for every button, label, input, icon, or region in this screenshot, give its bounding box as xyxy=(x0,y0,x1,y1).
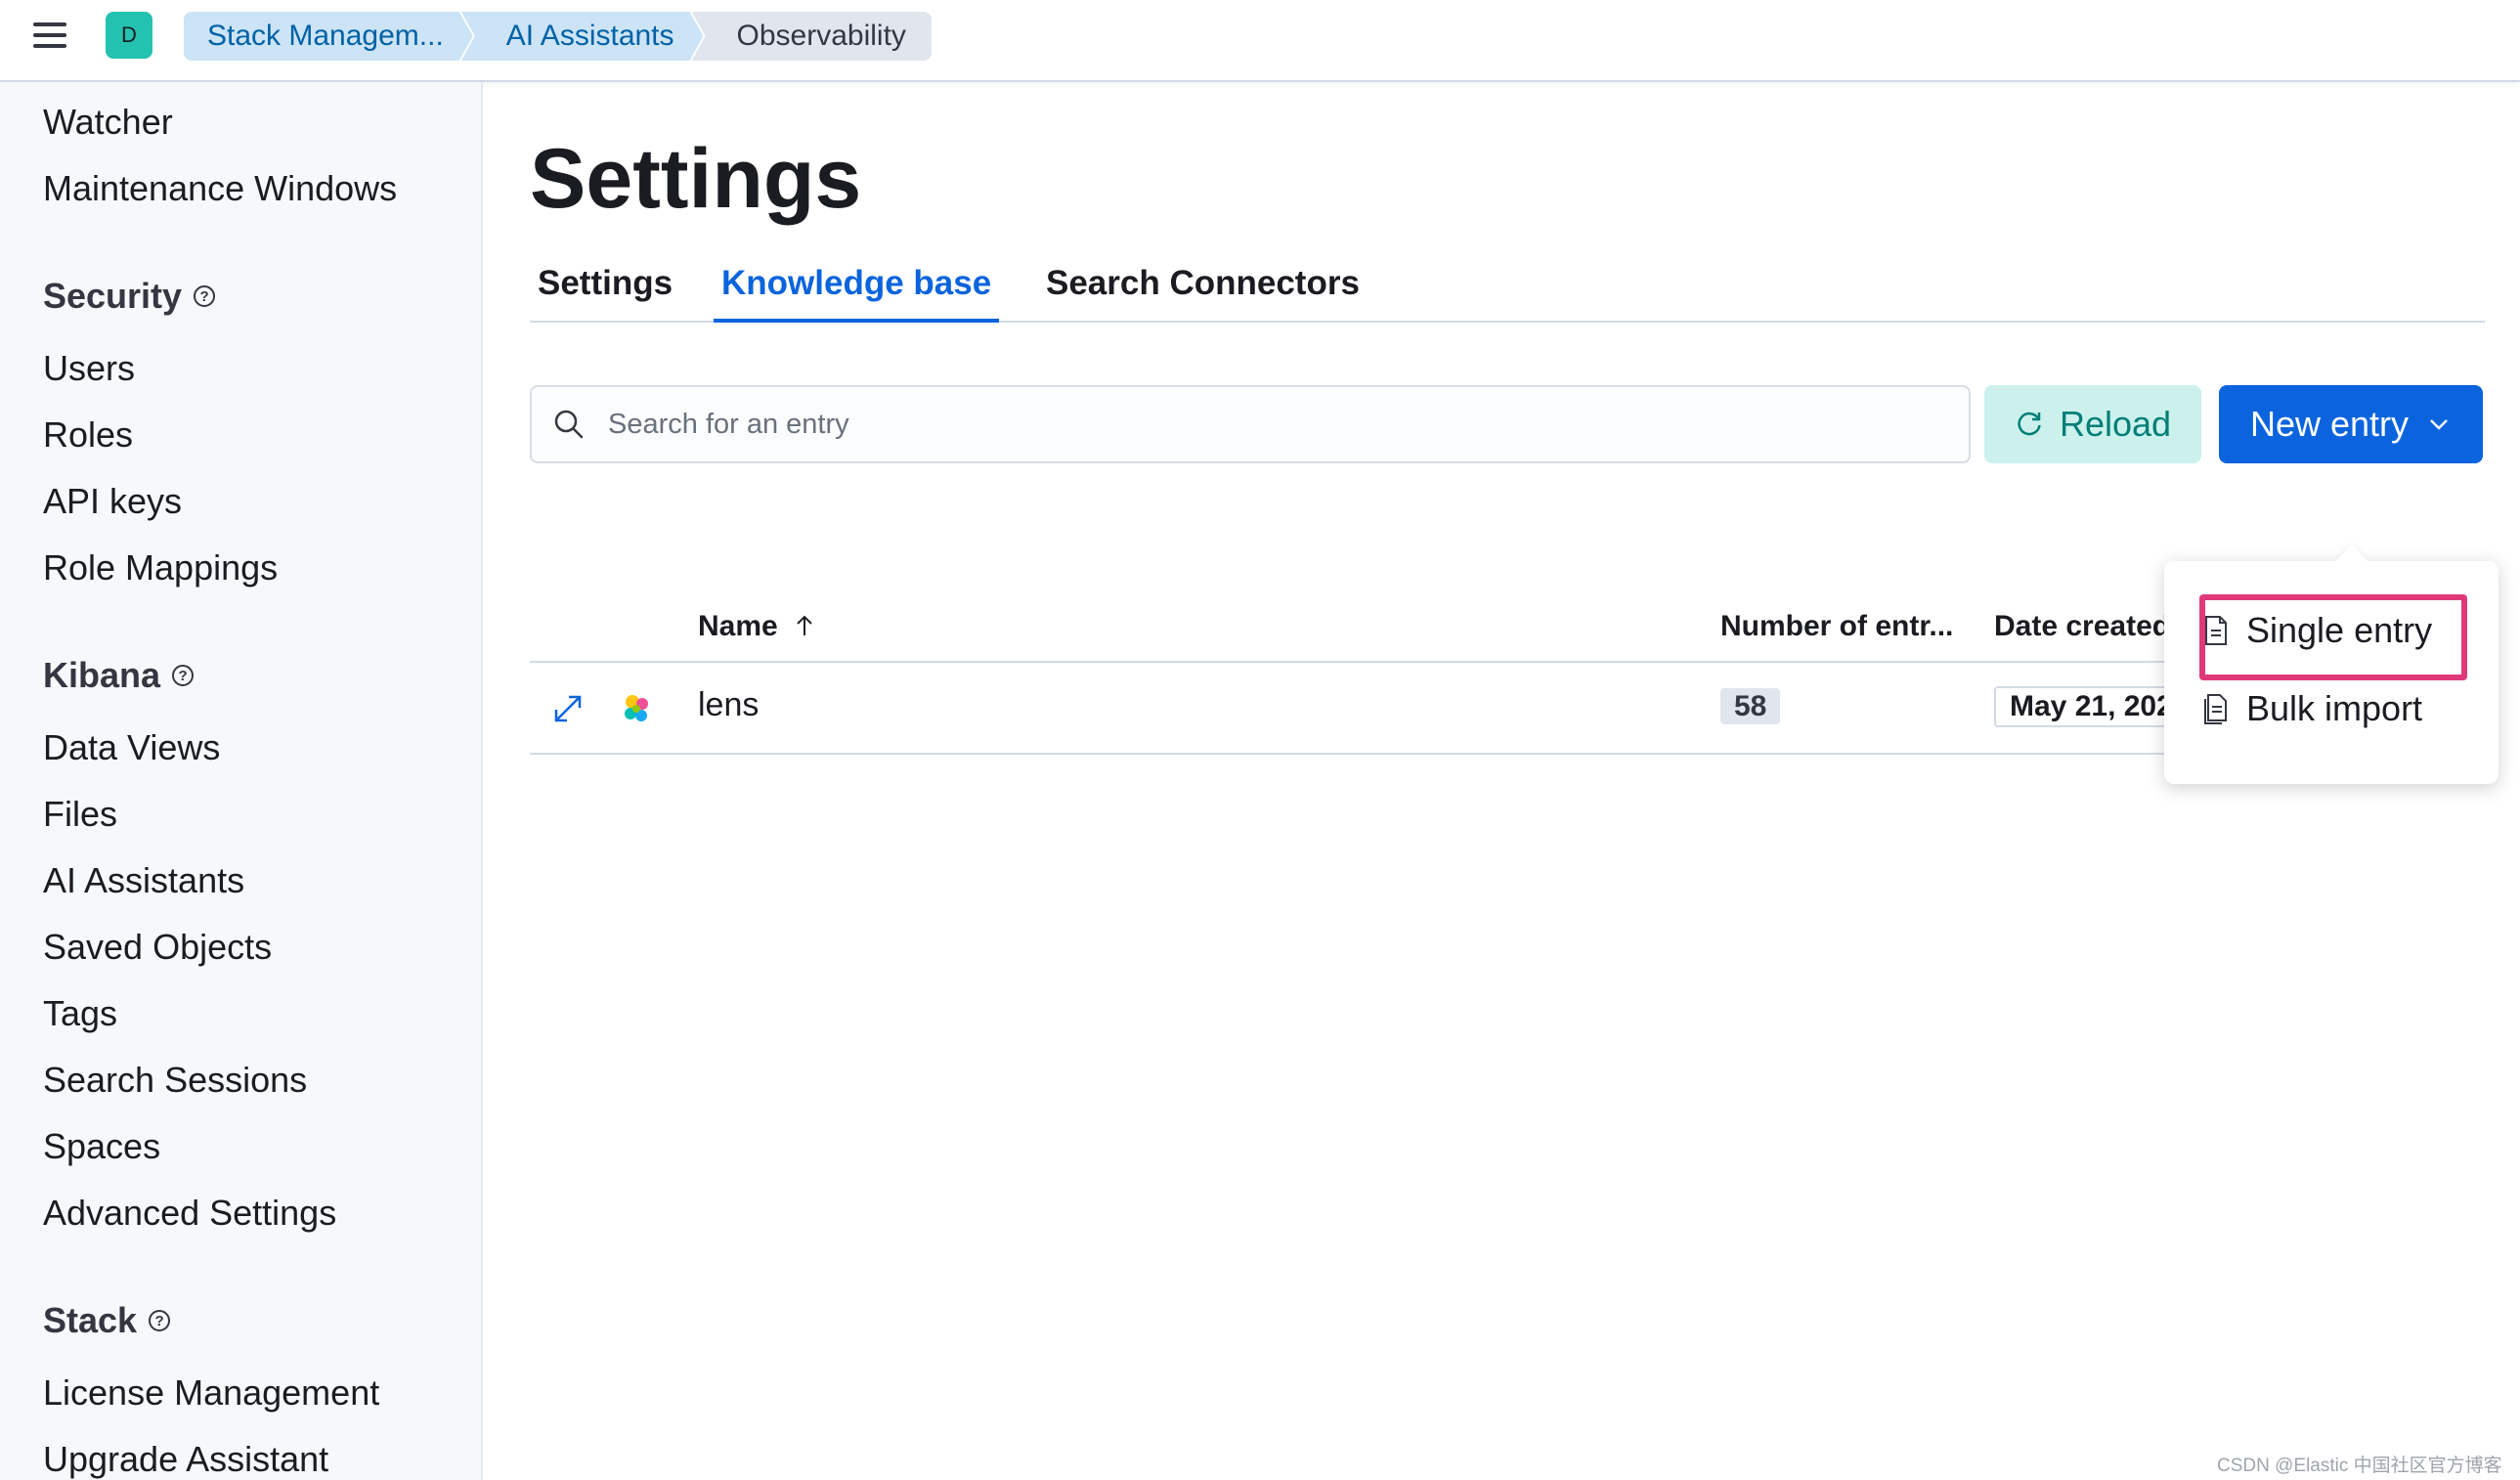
tab-knowledge-base[interactable]: Knowledge base xyxy=(713,264,1000,323)
sidebar-item-data-views[interactable]: Data Views xyxy=(43,727,220,768)
new-entry-label: New entry xyxy=(2249,404,2410,444)
menu-icon[interactable] xyxy=(33,22,66,50)
documents-icon xyxy=(2204,694,2227,724)
sidebar: Watcher Maintenance Windows Security ? U… xyxy=(0,82,483,1480)
menu-item-label: Bulk import xyxy=(2246,688,2423,728)
sidebar-heading-label: Kibana xyxy=(43,655,161,695)
menu-item-bulk-import[interactable]: Bulk import xyxy=(2203,688,2422,729)
row-name[interactable]: lens xyxy=(698,686,759,724)
table-row[interactable]: lens 58 May 21, 202... xyxy=(530,663,2219,755)
space-avatar[interactable]: D xyxy=(106,12,152,59)
row-entries-count: 58 xyxy=(1720,686,1781,724)
sidebar-heading-kibana: Kibana ? xyxy=(43,655,195,696)
column-name-label: Name xyxy=(698,610,778,642)
expand-icon[interactable] xyxy=(551,692,585,725)
main-content: Settings Settings Knowledge base Search … xyxy=(485,82,2520,1480)
column-number-of-entries[interactable]: Number of entr... xyxy=(1720,610,1953,643)
top-header: D Stack Managem... AI Assistants Observa… xyxy=(0,0,2520,82)
sidebar-item-spaces[interactable]: Spaces xyxy=(43,1126,160,1167)
reload-button[interactable]: Reload xyxy=(1984,385,2201,463)
entries-badge: 58 xyxy=(1720,688,1781,724)
new-entry-dropdown: Single entry Bulk import xyxy=(2164,561,2498,784)
sidebar-item-api-keys[interactable]: API keys xyxy=(43,481,182,522)
sidebar-item-maintenance-windows[interactable]: Maintenance Windows xyxy=(43,168,397,209)
sidebar-item-tags[interactable]: Tags xyxy=(43,993,117,1034)
sidebar-heading-security: Security ? xyxy=(43,276,216,317)
sidebar-heading-label: Stack xyxy=(43,1300,138,1340)
breadcrumb-stack-management[interactable]: Stack Managem... xyxy=(184,12,473,61)
help-icon[interactable]: ? xyxy=(172,665,195,686)
sidebar-item-advanced-settings[interactable]: Advanced Settings xyxy=(43,1193,336,1234)
sidebar-item-users[interactable]: Users xyxy=(43,348,135,389)
breadcrumb: Stack Managem... AI Assistants Observabi… xyxy=(184,12,932,61)
sidebar-heading-stack: Stack ? xyxy=(43,1300,171,1341)
document-icon xyxy=(2205,616,2227,645)
sidebar-item-files[interactable]: Files xyxy=(43,794,117,835)
elastic-logo-icon xyxy=(625,695,648,721)
reload-label: Reload xyxy=(2059,404,2172,444)
help-icon[interactable]: ? xyxy=(194,285,216,307)
watermark: CSDN @Elastic 中国社区官方博客 xyxy=(2217,1456,2502,1476)
search-icon xyxy=(554,410,584,439)
help-icon[interactable]: ? xyxy=(149,1310,171,1331)
sidebar-item-saved-objects[interactable]: Saved Objects xyxy=(43,927,272,968)
sidebar-item-role-mappings[interactable]: Role Mappings xyxy=(43,547,278,588)
menu-item-label: Single entry xyxy=(2246,610,2433,650)
tab-settings[interactable]: Settings xyxy=(538,264,673,321)
tab-bar: Settings Knowledge base Search Connector… xyxy=(530,264,2485,323)
sidebar-item-ai-assistants[interactable]: AI Assistants xyxy=(43,860,244,901)
refresh-icon xyxy=(2018,412,2041,436)
sidebar-item-license-management[interactable]: License Management xyxy=(43,1372,379,1414)
sidebar-item-watcher[interactable]: Watcher xyxy=(43,102,173,143)
sidebar-item-upgrade-assistant[interactable]: Upgrade Assistant xyxy=(43,1439,328,1480)
chevron-down-icon xyxy=(2430,419,2448,430)
sort-ascending-icon xyxy=(797,615,812,635)
menu-item-single-entry[interactable]: Single entry xyxy=(2203,610,2432,651)
sidebar-item-search-sessions[interactable]: Search Sessions xyxy=(43,1060,307,1101)
breadcrumb-observability: Observability xyxy=(691,12,932,61)
table-header: Name Number of entr... Date created xyxy=(530,571,2192,663)
new-entry-button[interactable]: New entry xyxy=(2219,385,2483,463)
breadcrumb-ai-assistants[interactable]: AI Assistants xyxy=(461,12,704,61)
search-box xyxy=(530,385,1971,463)
column-date-created[interactable]: Date created xyxy=(1994,610,2170,643)
page-title: Settings xyxy=(530,132,862,226)
sidebar-heading-label: Security xyxy=(43,276,183,316)
sidebar-item-roles[interactable]: Roles xyxy=(43,414,133,456)
tab-search-connectors[interactable]: Search Connectors xyxy=(1046,264,1360,321)
column-name[interactable]: Name xyxy=(698,610,815,643)
search-input[interactable] xyxy=(608,397,1937,452)
